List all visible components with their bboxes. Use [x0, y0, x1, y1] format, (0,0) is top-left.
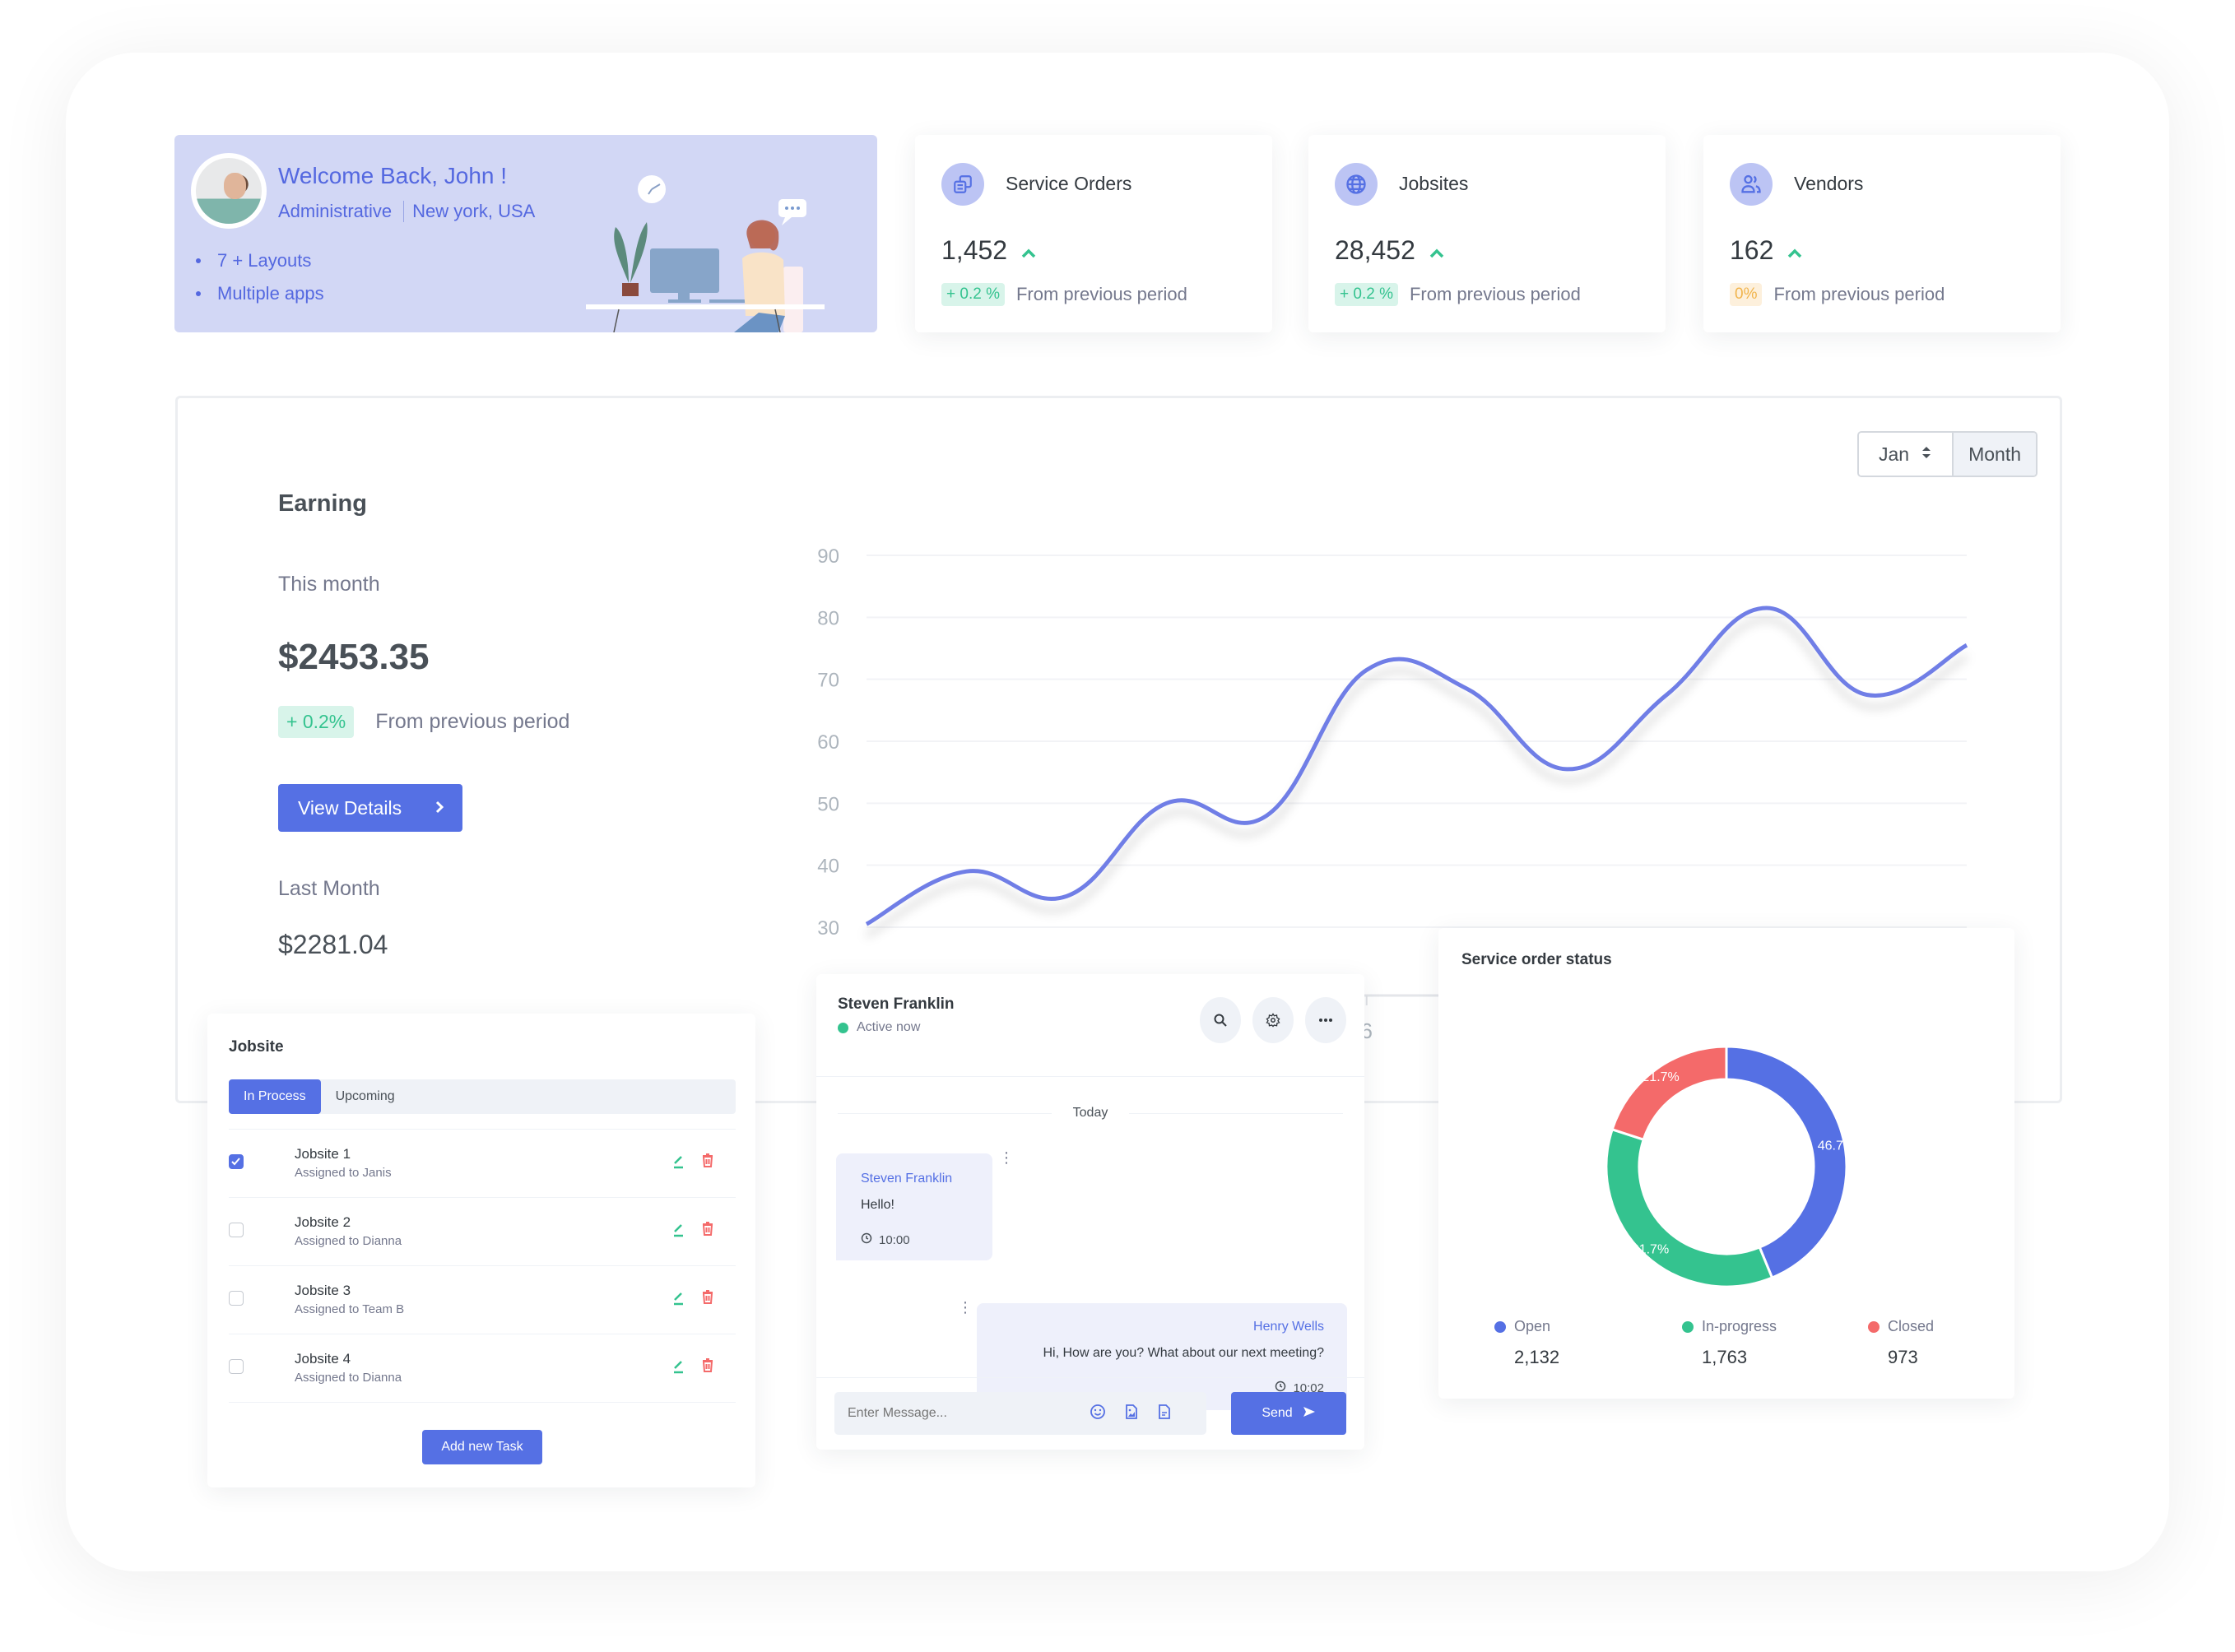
- day-separator: Today: [838, 1106, 1343, 1121]
- donut-percent-label: 31.7%: [1632, 1243, 1669, 1257]
- y-tick-label: 60: [817, 731, 839, 754]
- task-list: Jobsite 1 Assigned to Janis Jobsite 2 As…: [229, 1129, 736, 1403]
- legend-label: Closed: [1888, 1318, 1935, 1334]
- task-name: Jobsite 3: [295, 1283, 351, 1298]
- task-assignee: Assigned to Team B: [295, 1302, 405, 1316]
- trash-icon[interactable]: [701, 1221, 714, 1240]
- file-attach-icon[interactable]: [1157, 1404, 1172, 1424]
- search-icon: [1214, 1014, 1227, 1027]
- message-sender: Henry Wells: [1253, 1320, 1324, 1334]
- donut-percent-label: 46.7%: [1818, 1139, 1855, 1153]
- edit-icon[interactable]: [671, 1289, 686, 1310]
- tab-upcoming[interactable]: Upcoming: [321, 1079, 410, 1114]
- emoji-icon[interactable]: [1090, 1404, 1106, 1424]
- message-time: 10:00: [879, 1232, 910, 1247]
- task-assignee: Assigned to Dianna: [295, 1371, 402, 1385]
- gear-icon: [1266, 1013, 1280, 1028]
- task-assignee: Assigned to Janis: [295, 1166, 392, 1180]
- chat-status-text: Active now: [857, 1020, 921, 1034]
- legend-label: Open: [1514, 1318, 1551, 1334]
- divider: [816, 1076, 1364, 1077]
- edit-icon[interactable]: [671, 1357, 686, 1378]
- task-name: Jobsite 1: [295, 1146, 351, 1162]
- task-assignee: Assigned to Dianna: [295, 1234, 402, 1248]
- earning-series-line: [865, 606, 1968, 926]
- message-options-icon[interactable]: ⋮: [958, 1300, 973, 1315]
- edit-icon[interactable]: [671, 1221, 686, 1241]
- legend-dot: [1682, 1320, 1694, 1333]
- chat-contact-name: Steven Franklin: [838, 995, 955, 1013]
- jobsite-title: Jobsite: [229, 1038, 284, 1056]
- donut-percent-label: 21.7%: [1642, 1070, 1679, 1084]
- task-row: Jobsite 1 Assigned to Janis: [229, 1130, 736, 1198]
- y-tick-label: 30: [817, 917, 839, 940]
- task-row: Jobsite 2 Assigned to Dianna: [229, 1198, 736, 1266]
- search-button[interactable]: [1200, 997, 1241, 1043]
- message-options-icon[interactable]: ⋮: [999, 1150, 1014, 1165]
- send-label: Send: [1262, 1406, 1293, 1420]
- task-row: Jobsite 4 Assigned to Dianna: [229, 1334, 736, 1403]
- trash-icon[interactable]: [701, 1153, 714, 1172]
- image-attach-icon[interactable]: [1124, 1404, 1139, 1424]
- legend-value: 1,763: [1702, 1347, 1748, 1367]
- y-tick-label: 70: [817, 670, 839, 692]
- legend-item-closed: Closed 973: [1868, 1318, 1934, 1368]
- chat-card: Steven Franklin Active now Today Steven …: [816, 974, 1364, 1450]
- more-horizontal-icon: [1319, 1019, 1332, 1022]
- task-name: Jobsite 2: [295, 1214, 351, 1230]
- service-status-title: Service order status: [1461, 951, 1612, 968]
- clock-icon: [861, 1232, 872, 1247]
- legend-item-in-progress: In-progress 1,763: [1682, 1318, 1777, 1368]
- trash-icon[interactable]: [701, 1357, 714, 1376]
- jobsite-tabs: In Process Upcoming: [229, 1079, 736, 1114]
- legend-dot: [1868, 1320, 1880, 1333]
- donut-slice-closed[interactable]: [1610, 1045, 1728, 1142]
- y-tick-label: 50: [817, 793, 839, 815]
- donut-slice-open[interactable]: [1725, 1045, 1848, 1280]
- task-checkbox[interactable]: [229, 1154, 244, 1169]
- legend-dot: [1494, 1320, 1506, 1333]
- task-checkbox[interactable]: [229, 1359, 244, 1374]
- legend-item-open: Open 2,132: [1494, 1318, 1559, 1368]
- y-tick-label: 90: [817, 545, 839, 568]
- send-icon: [1303, 1406, 1316, 1422]
- service-order-status-card: Service order status 46.7% 31.7% 21.7% Ope…: [1438, 928, 2014, 1399]
- service-status-donut: 46.7% 31.7% 21.7%: [1605, 1045, 1855, 1288]
- jobsite-card: Jobsite In Process Upcoming Jobsite 1 As…: [207, 1014, 755, 1487]
- donut-slice-in-progress[interactable]: [1605, 1127, 1774, 1288]
- settings-button[interactable]: [1252, 997, 1294, 1043]
- y-tick-label: 80: [817, 607, 839, 629]
- legend-value: 2,132: [1514, 1347, 1560, 1367]
- message-bubble: Steven Franklin Hello! 10:00: [836, 1153, 992, 1260]
- more-options-button[interactable]: [1305, 997, 1346, 1043]
- task-checkbox[interactable]: [229, 1223, 244, 1237]
- task-row: Jobsite 3 Assigned to Team B: [229, 1266, 736, 1334]
- legend-label: In-progress: [1702, 1318, 1777, 1334]
- online-status-dot: [838, 1022, 848, 1033]
- message-sender: Steven Franklin: [861, 1172, 953, 1186]
- divider: [816, 1377, 1364, 1378]
- edit-icon[interactable]: [671, 1153, 686, 1173]
- add-task-button[interactable]: Add new Task: [422, 1430, 542, 1464]
- task-checkbox[interactable]: [229, 1291, 244, 1306]
- message-text: Hi, How are you? What about our next mee…: [1043, 1346, 1324, 1360]
- legend-value: 973: [1888, 1347, 1918, 1367]
- day-label: Today: [1072, 1106, 1108, 1120]
- trash-icon[interactable]: [701, 1289, 714, 1308]
- send-button[interactable]: Send: [1231, 1392, 1346, 1435]
- tab-in-process[interactable]: In Process: [229, 1079, 321, 1114]
- message-text: Hello!: [861, 1198, 894, 1212]
- y-tick-label: 40: [817, 856, 839, 878]
- task-name: Jobsite 4: [295, 1351, 351, 1367]
